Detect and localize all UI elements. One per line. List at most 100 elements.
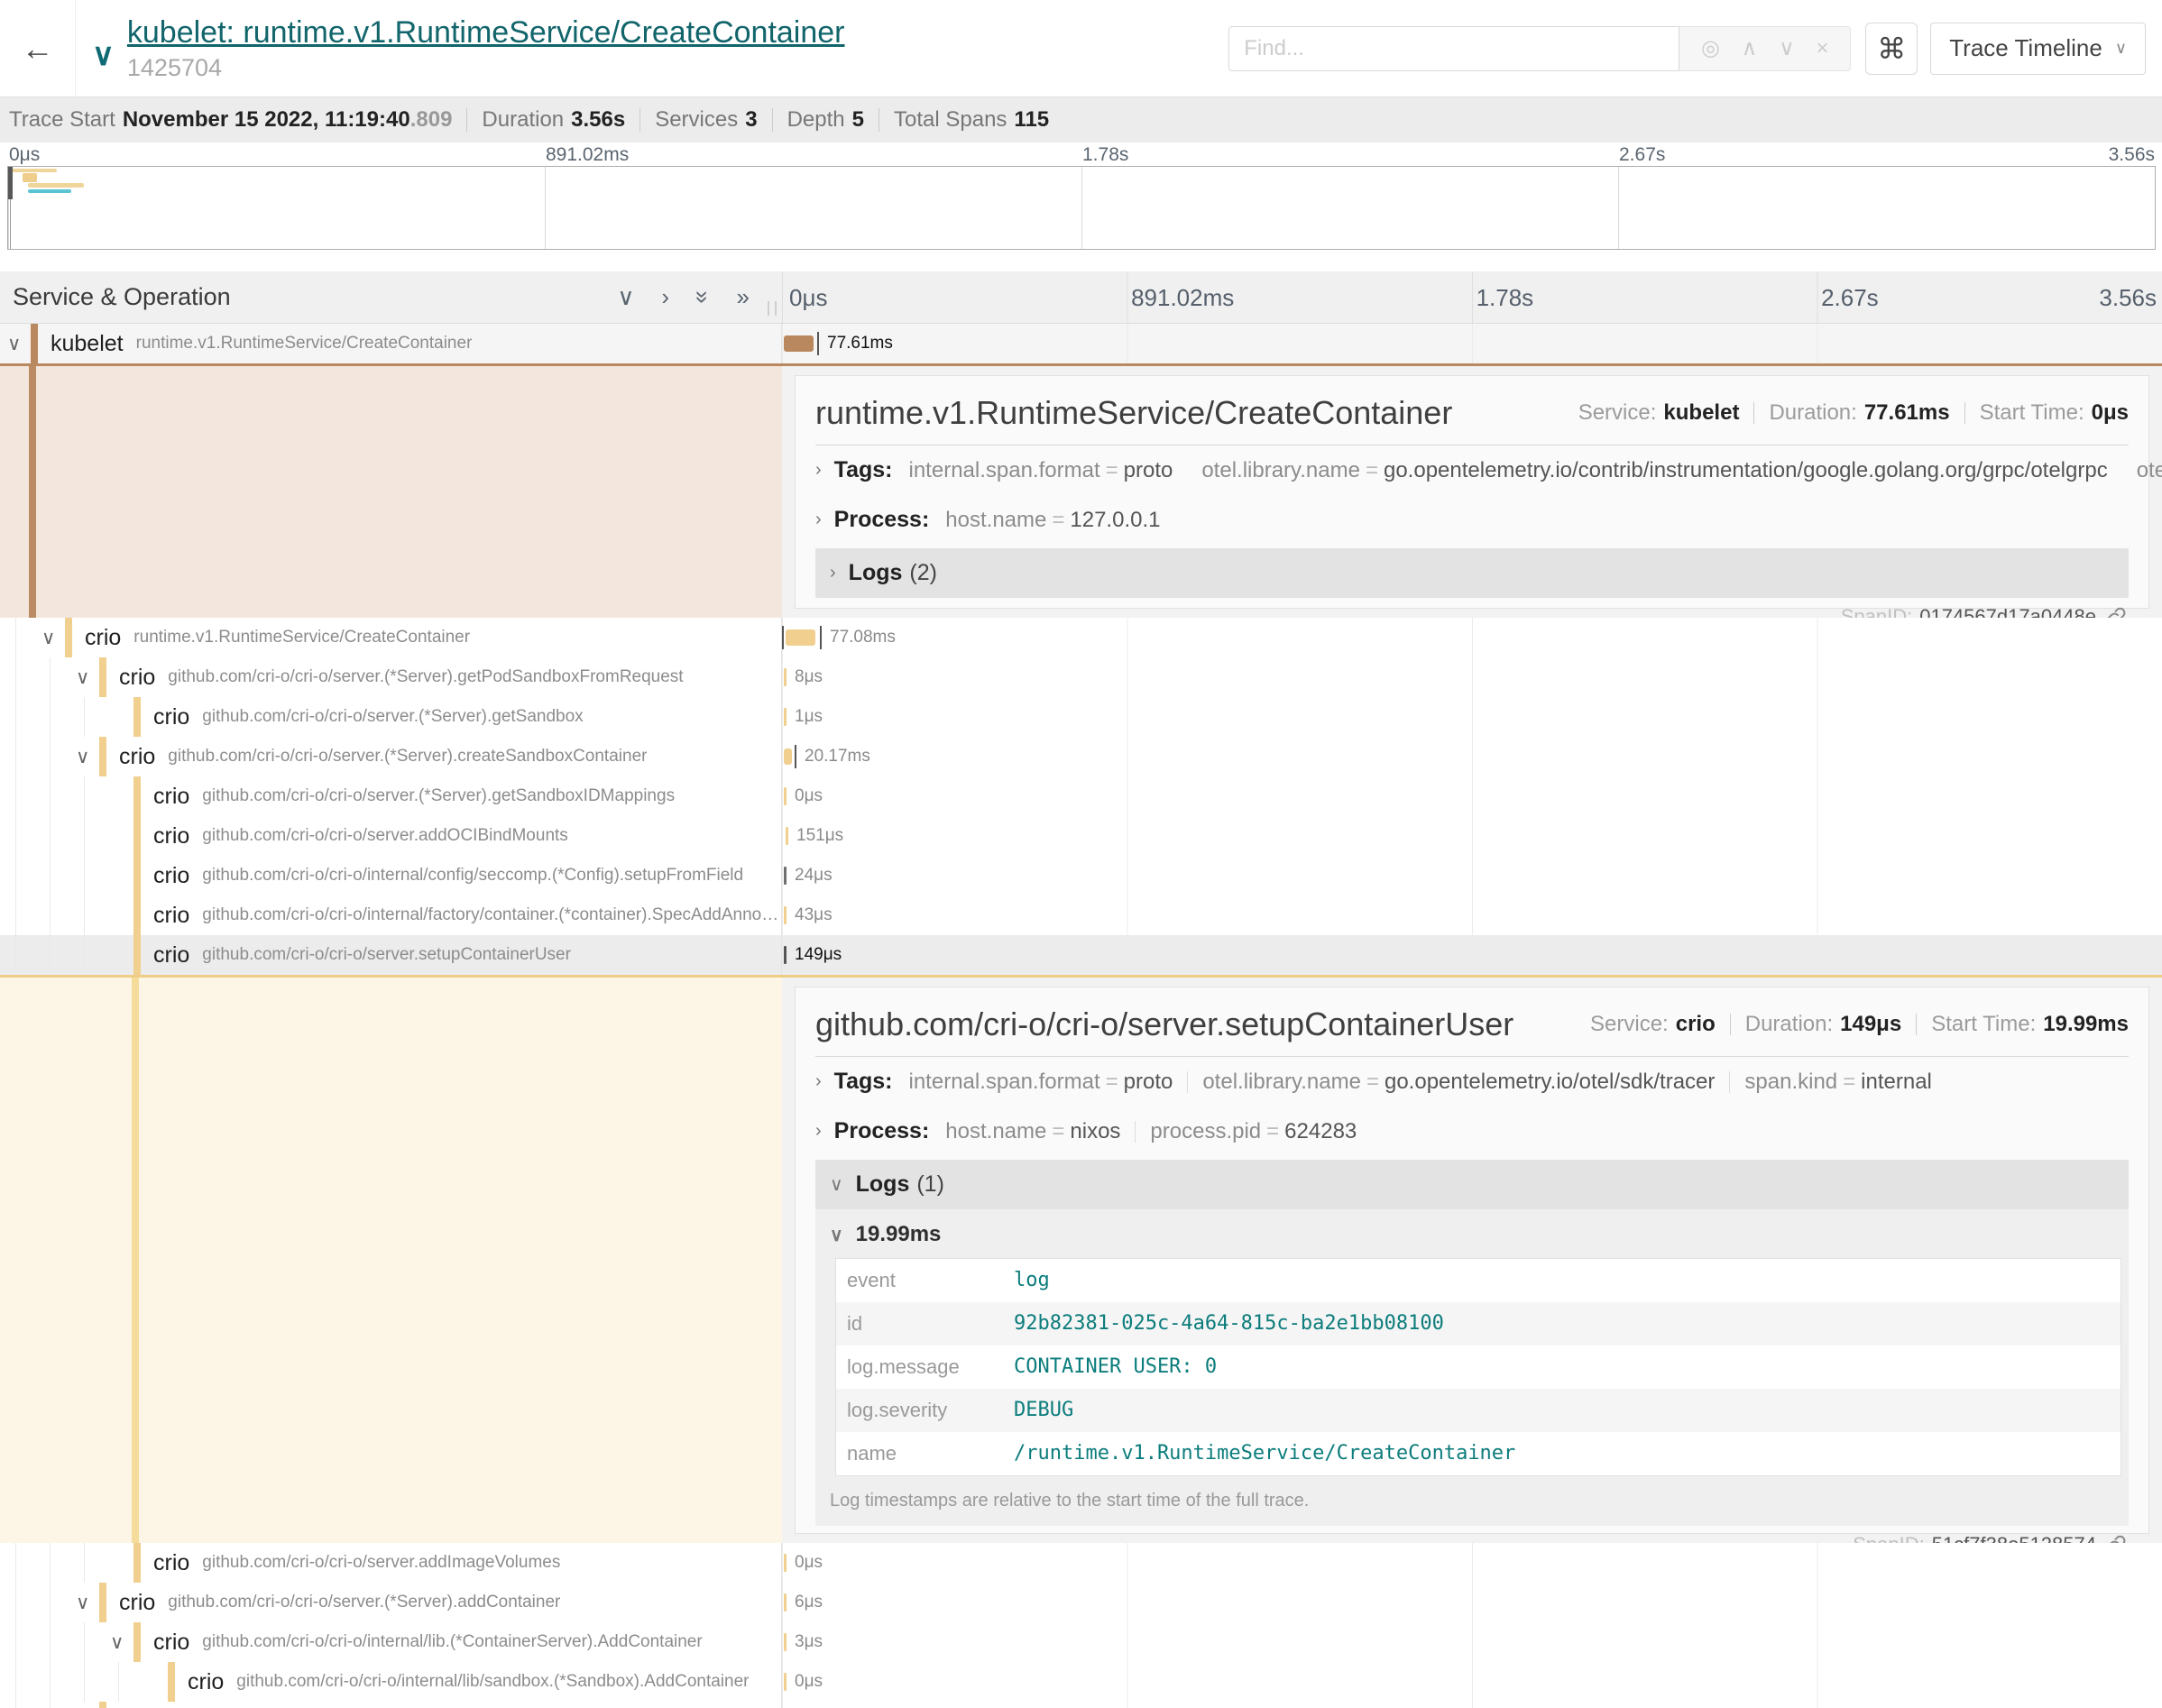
chevron-down-icon[interactable]: ∨ bbox=[41, 627, 65, 649]
span-row[interactable]: crio github.com/cri-o/cri-o/server.(*Ser… bbox=[0, 776, 2162, 816]
process-item: host.name=nixos bbox=[945, 1119, 1120, 1144]
span-bar-cell[interactable]: 3μs bbox=[782, 1622, 2162, 1662]
duration-value: 3.56s bbox=[571, 107, 625, 133]
span-duration-bar[interactable] bbox=[784, 906, 787, 924]
span-row[interactable]: ∨ crio github.com/cri-o/cri-o/server.(*S… bbox=[0, 657, 2162, 697]
span-duration-bar[interactable] bbox=[784, 335, 814, 352]
find-input[interactable] bbox=[1228, 26, 1679, 71]
link-icon[interactable] bbox=[2105, 1534, 2127, 1543]
span-bar-cell[interactable]: 77.08ms bbox=[782, 618, 2162, 657]
span-duration-bar[interactable] bbox=[784, 748, 792, 765]
minimap-tick: 2.67s bbox=[1619, 144, 1665, 166]
next-match-icon[interactable]: ∨ bbox=[1779, 35, 1795, 61]
chevron-right-icon[interactable]: › bbox=[815, 1071, 822, 1092]
back-button[interactable]: ← bbox=[0, 0, 76, 96]
span-bar-cell[interactable]: 6μs bbox=[782, 1583, 2162, 1622]
process-label[interactable]: Process: bbox=[834, 507, 930, 533]
span-bar-cell[interactable]: 43μs bbox=[782, 895, 2162, 935]
span-row[interactable]: crio github.com/cri-o/cri-o/server.(*Ser… bbox=[0, 697, 2162, 737]
span-row[interactable]: crio github.com/cri-o/cri-o/internal/lib… bbox=[0, 1662, 2162, 1702]
span-duration-label: 77.08ms bbox=[830, 628, 896, 647]
span-service: crio bbox=[153, 1550, 189, 1576]
span-row[interactable]: crio github.com/cri-o/cri-o/server.addOC… bbox=[0, 816, 2162, 856]
log-field-key: event bbox=[847, 1269, 1014, 1292]
tags-label[interactable]: Tags: bbox=[834, 457, 893, 483]
span-duration-bar[interactable] bbox=[784, 1593, 787, 1612]
span-bar-cell[interactable]: 0μs bbox=[782, 776, 2162, 816]
service-color-bar bbox=[133, 1622, 141, 1662]
collapse-trace-header-icon[interactable]: ∨ bbox=[92, 37, 115, 73]
span-row-kubelet-createcontainer[interactable]: ∨ kubelet runtime.v1.RuntimeService/Crea… bbox=[0, 324, 2162, 363]
trace-view-select[interactable]: Trace Timeline ∨ bbox=[1930, 23, 2146, 75]
span-duration-bar[interactable] bbox=[786, 629, 815, 646]
span-bar-cell[interactable]: 1μs bbox=[782, 697, 2162, 737]
service-color-bar bbox=[65, 618, 72, 657]
span-bar-cell[interactable]: 0μs bbox=[782, 1543, 2162, 1583]
column-resizer-grip[interactable] bbox=[768, 301, 777, 316]
span-bar-cell[interactable]: 8μs bbox=[782, 657, 2162, 697]
span-row[interactable]: crio github.com/cri-o/cri-o/server.addIm… bbox=[0, 1543, 2162, 1583]
keyboard-shortcuts-button[interactable]: ⌘ bbox=[1865, 23, 1918, 75]
span-duration-bar[interactable] bbox=[784, 787, 787, 805]
logs-accordion[interactable]: › Logs (2) bbox=[815, 548, 2129, 598]
collapse-one-icon[interactable]: ∨ bbox=[617, 283, 634, 311]
tags-accordion[interactable]: › Tags: internal.span.format=proto otel.… bbox=[815, 445, 2129, 495]
axis-tick: 3.56s bbox=[2099, 284, 2157, 312]
log-field-key: id bbox=[847, 1312, 1014, 1336]
span-duration-bar[interactable] bbox=[784, 946, 787, 964]
logs-accordion[interactable]: ∨ Logs (1) bbox=[815, 1160, 2129, 1209]
divider bbox=[1916, 1014, 1917, 1035]
log-entry-accordion[interactable]: ∨ 19.99ms bbox=[823, 1211, 2121, 1258]
chevron-down-icon[interactable]: ∨ bbox=[76, 1592, 99, 1614]
span-row[interactable]: crio github.com/cri-o/cri-o/internal/con… bbox=[0, 856, 2162, 895]
span-duration-bar[interactable] bbox=[784, 1554, 787, 1572]
process-label[interactable]: Process: bbox=[834, 1118, 930, 1144]
minimap-canvas[interactable] bbox=[7, 166, 2156, 250]
span-bar-cell[interactable]: 0μs bbox=[782, 1702, 2162, 1708]
span-row[interactable]: ∨ crio github.com/cri-o/cri-o/server.(*S… bbox=[0, 737, 2162, 776]
tags-label[interactable]: Tags: bbox=[834, 1069, 893, 1095]
span-duration-bar[interactable] bbox=[784, 867, 787, 885]
service-color-bar bbox=[133, 697, 141, 737]
minimap-drag-handle[interactable] bbox=[8, 167, 13, 199]
span-duration-bar[interactable] bbox=[786, 827, 788, 845]
span-row[interactable]: ∨ crio github.com/cri-o/cri-o/internal/l… bbox=[0, 1622, 2162, 1662]
chevron-right-icon[interactable]: › bbox=[815, 1121, 822, 1142]
process-accordion[interactable]: › Process: host.name=nixos process.pid=6… bbox=[815, 1107, 2129, 1156]
clear-search-icon[interactable]: × bbox=[1816, 36, 1828, 61]
span-duration-bar[interactable] bbox=[784, 708, 787, 726]
span-bar-cell[interactable]: 149μs bbox=[782, 935, 2162, 975]
chevron-right-icon[interactable]: › bbox=[815, 460, 822, 481]
trace-title-link[interactable]: kubelet: runtime.v1.RuntimeService/Creat… bbox=[127, 15, 845, 50]
expand-one-icon[interactable]: › bbox=[661, 283, 669, 311]
link-icon[interactable] bbox=[2105, 606, 2127, 618]
span-bar-cell[interactable]: 0μs bbox=[782, 1662, 2162, 1702]
span-service: crio bbox=[153, 784, 189, 810]
span-operation: github.com/cri-o/cri-o/server.setupConta… bbox=[202, 945, 571, 965]
span-bar-cell[interactable]: 77.61ms bbox=[782, 324, 2162, 363]
chevron-right-icon[interactable]: › bbox=[815, 510, 822, 530]
span-row[interactable]: ∨ crio github.com/cri-o/cri-o/server.(*S… bbox=[0, 1583, 2162, 1622]
chevron-down-icon[interactable]: ∨ bbox=[7, 333, 31, 355]
span-bar-cell[interactable]: 24μs bbox=[782, 856, 2162, 895]
span-duration-bar[interactable] bbox=[784, 1633, 787, 1651]
logs-label: Logs bbox=[856, 1171, 910, 1198]
prev-match-icon[interactable]: ∧ bbox=[1742, 35, 1758, 61]
span-bar-cell[interactable]: 151μs bbox=[782, 816, 2162, 856]
span-row[interactable]: crio github.com/cri-o/cri-o/internal/fac… bbox=[0, 895, 2162, 935]
chevron-down-icon[interactable]: ∨ bbox=[110, 1631, 133, 1654]
expand-all-icon[interactable]: » bbox=[737, 283, 750, 311]
span-row-crio-createcontainer[interactable]: ∨ crio runtime.v1.RuntimeService/CreateC… bbox=[0, 618, 2162, 657]
topbar-controls: ◎ ∧ ∨ × ⌘ Trace Timeline ∨ bbox=[1228, 23, 2162, 75]
span-duration-bar[interactable] bbox=[784, 1673, 787, 1691]
span-row-setupcontaineruser[interactable]: crio github.com/cri-o/cri-o/server.setup… bbox=[0, 935, 2162, 975]
chevron-down-icon[interactable]: ∨ bbox=[76, 666, 99, 689]
span-row[interactable]: crio github.com/cri-o/cri-o/server.(*Ser… bbox=[0, 1702, 2162, 1708]
focus-match-icon[interactable]: ◎ bbox=[1701, 35, 1720, 61]
span-duration-bar[interactable] bbox=[784, 668, 787, 686]
collapse-all-icon[interactable]: » bbox=[689, 290, 717, 303]
span-bar-cell[interactable]: 20.17ms bbox=[782, 737, 2162, 776]
tags-accordion[interactable]: › Tags: internal.span.format=proto otel.… bbox=[815, 1057, 2129, 1107]
process-accordion[interactable]: › Process: host.name=127.0.0.1 bbox=[815, 495, 2129, 545]
chevron-down-icon[interactable]: ∨ bbox=[76, 746, 99, 768]
